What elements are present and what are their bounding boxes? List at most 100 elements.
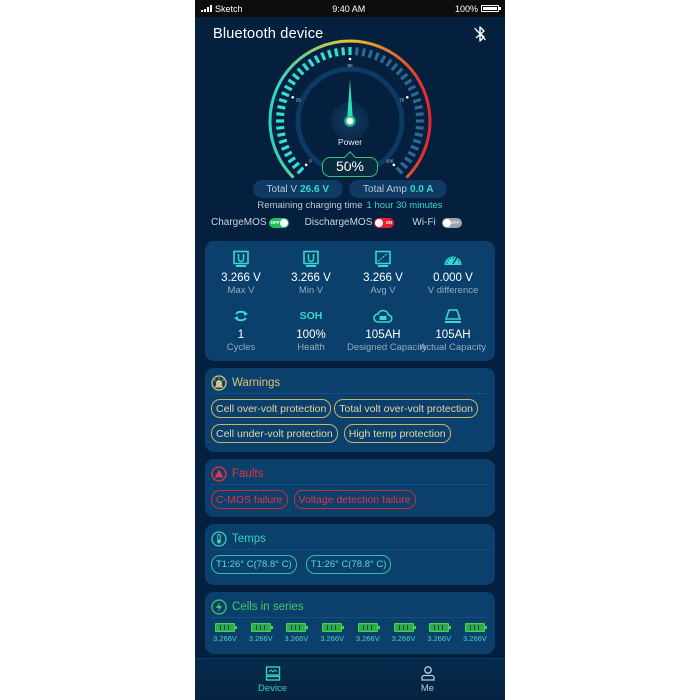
gauge-tick — [291, 72, 300, 81]
device-icon — [265, 665, 280, 681]
gauge-tick — [276, 112, 285, 117]
tab-label: Me — [420, 683, 435, 694]
switch-state-text: OFF — [270, 219, 280, 225]
gauge-tick — [291, 161, 300, 170]
faults-tags: C-MOS failure Voltage detection failure — [211, 490, 491, 509]
cycle-icon — [234, 310, 248, 322]
speedometer-icon — [444, 256, 462, 265]
wifi-switch[interactable]: OFF — [441, 217, 462, 228]
stat-avg-v: 3.266 V Avg V — [347, 250, 419, 296]
battery-stats-card: 3.266 V Max V 3.266 V Min V 3.266 V Avg … — [205, 241, 495, 361]
stat-value: 100% — [296, 329, 326, 341]
cell-voltage: 3.266V — [355, 634, 380, 643]
gauge-tick — [287, 156, 297, 164]
gauge-tick — [403, 78, 413, 86]
alarm-light-icon — [211, 374, 227, 391]
remaining-label: Remaining charging time — [257, 200, 363, 211]
discharge-mos-label: DischargeMOS — [304, 217, 373, 228]
wave-chart-icon — [375, 250, 391, 267]
temp-tag: T1:26° C(78.8° C) — [305, 555, 392, 574]
stat-designed-capacity: 105AH Designed Capacity — [347, 307, 427, 353]
cell-voltage: 3.266V — [320, 634, 344, 643]
stat-label: V difference — [427, 285, 479, 296]
warnings-header: Warnings — [211, 374, 489, 394]
gauge-tick — [361, 48, 367, 57]
gauge-tick — [407, 150, 417, 158]
gauge-tick — [301, 62, 310, 71]
wifi-toggle-item: Wi-Fi OFF — [412, 217, 462, 228]
cells-row: 3.266V 3.266V 3.266V 3.266V 3.266V 3.266V 3.26… — [209, 623, 491, 643]
stat-label: Max V — [227, 285, 255, 296]
temps-header: Temps — [211, 530, 489, 550]
stat-v-difference: 0.000 V V difference — [417, 250, 489, 296]
cell-voltage: 3.266V — [391, 634, 416, 643]
stat-value: 3.266 V — [221, 272, 261, 284]
battery-cell-icon — [393, 623, 416, 632]
tab-label: Device — [257, 682, 288, 694]
tab-me[interactable]: Me — [350, 659, 505, 700]
fault-tag: Voltage detection failure — [293, 490, 416, 509]
gauge-tick — [403, 156, 413, 164]
voltmeter-icon — [233, 250, 249, 267]
total-voltage-pill: Total V 26.6 V — [252, 180, 344, 198]
warning-tag: Cell over-volt protection — [211, 399, 332, 418]
carrier-name: Sketch — [215, 3, 243, 14]
cell-item: 3.266V — [245, 623, 277, 643]
cell-voltage: 3.266V — [427, 634, 452, 643]
tab-device[interactable]: Device — [195, 659, 350, 700]
charge-mos-label: ChargeMOS — [211, 217, 267, 228]
temps-title: Temps — [232, 532, 266, 545]
gauge-tick — [276, 125, 285, 130]
faults-header: Faults — [211, 465, 489, 485]
stat-value: 0.000 V — [433, 272, 473, 284]
warning-tag: High temp protection — [343, 424, 451, 443]
stat-health: SOH 100% Health — [275, 307, 347, 353]
phone-screen: Sketch 9:40 AM 100% Bluetooth device 0 25… — [195, 0, 505, 700]
gauge-needle-pivot — [344, 115, 356, 127]
cell-voltage: 3.266V — [248, 634, 273, 643]
battery-cell-icon — [429, 623, 452, 632]
cell-item: 3.266V — [280, 623, 312, 643]
cell-voltage: 3.266V — [463, 634, 487, 643]
battery-cell-icon — [464, 623, 487, 632]
bluetooth-icon[interactable] — [473, 25, 487, 43]
gauge-tick — [283, 150, 293, 158]
total-v-label: Total V — [266, 183, 298, 195]
wifi-label: Wi-Fi — [412, 217, 436, 228]
gauge-tick — [410, 91, 419, 98]
gauge-tick — [313, 54, 321, 64]
gauge-tick-label: 75 — [399, 98, 405, 103]
warnings-card: Warnings Cell over-volt protection Total… — [205, 368, 495, 452]
gauge-tick — [414, 132, 423, 138]
stat-label: Avg V — [370, 285, 396, 296]
cloud-capacity-icon — [373, 309, 393, 323]
stat-value: 105AH — [435, 329, 471, 341]
power-gauge: 0 25 50 75 100 Power 50% — [265, 38, 435, 183]
switch-knob — [279, 218, 288, 227]
battery-percent: 100% — [454, 3, 478, 14]
status-bar: Sketch 9:40 AM 100% — [195, 0, 505, 17]
gauge-tick-label: 100 — [386, 159, 394, 164]
clock: 9:40 AM — [332, 3, 366, 14]
battery-cell-icon — [286, 623, 309, 632]
warning-tag: Total volt over-volt protection — [334, 399, 478, 418]
gauge-tick — [414, 104, 423, 110]
temps-tags: T1:26° C(78.8° C) T1:26° C(78.8° C) — [211, 555, 491, 574]
gauge-tick-dot — [405, 95, 409, 99]
gauge-tick — [326, 49, 333, 59]
gauge-tick — [395, 166, 404, 175]
gauge-tick-dot — [291, 95, 295, 99]
stat-label: Actual Capacity — [419, 342, 486, 353]
gauge-tick — [412, 97, 422, 104]
stat-label: Cycles — [226, 342, 256, 353]
battery-icon — [480, 5, 501, 12]
warnings-tags: Cell over-volt protection Total volt ove… — [211, 399, 491, 443]
stat-value: 3.266 V — [363, 272, 403, 284]
discharge-mos-switch[interactable]: ON — [374, 217, 395, 228]
charge-mos-switch[interactable]: OFF — [268, 217, 289, 228]
gauge-tick-label: 25 — [296, 98, 302, 103]
cell-item: 3.266V — [459, 623, 491, 643]
gauge-tick — [341, 47, 346, 56]
gauge-tick — [407, 84, 417, 92]
battery-cell-icon — [357, 623, 380, 632]
